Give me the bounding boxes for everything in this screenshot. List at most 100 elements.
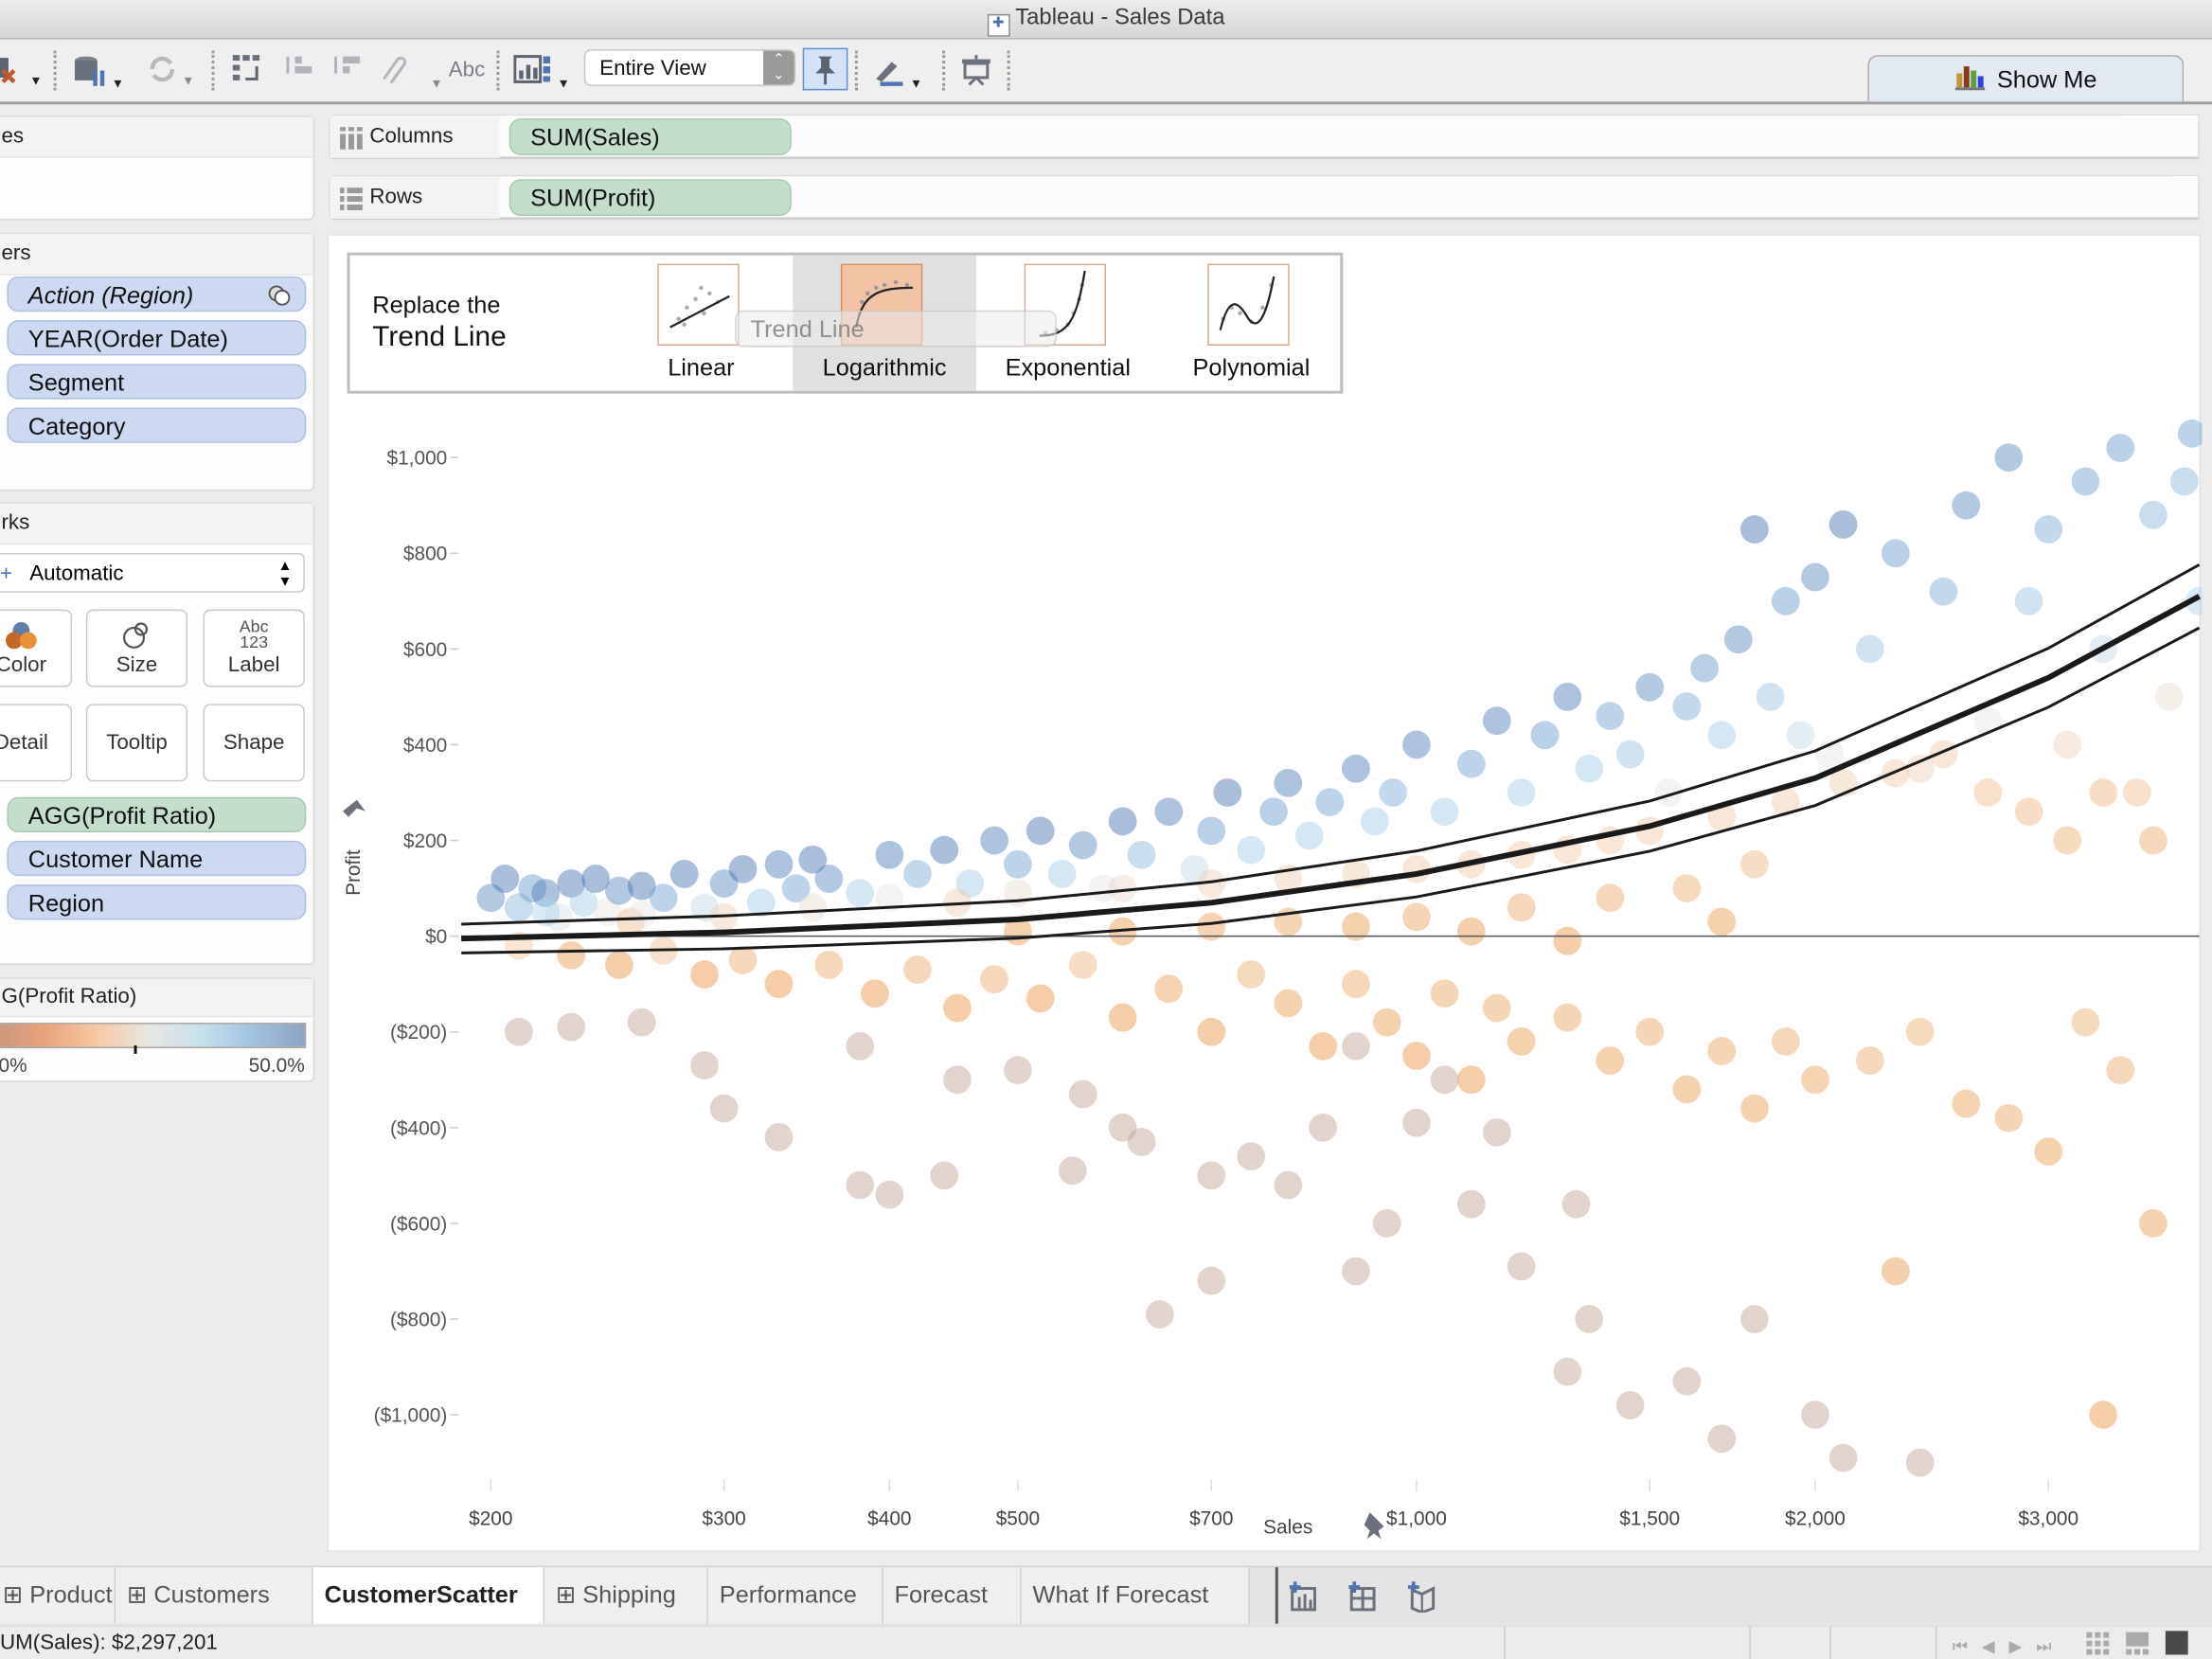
scatter-point[interactable] bbox=[1740, 1305, 1769, 1333]
scatter-point[interactable] bbox=[1786, 721, 1815, 750]
scatter-point[interactable] bbox=[1635, 1017, 1665, 1046]
scatter-point[interactable] bbox=[2034, 515, 2063, 544]
scatter-point[interactable] bbox=[1026, 816, 1055, 846]
scatter-point[interactable] bbox=[1507, 1252, 1536, 1281]
scatter-point[interactable] bbox=[1855, 1046, 1884, 1075]
scatter-point[interactable] bbox=[2177, 419, 2203, 448]
scatter-point[interactable] bbox=[942, 1065, 972, 1095]
scatter-point[interactable] bbox=[2089, 1400, 2118, 1430]
scatter-point[interactable] bbox=[2071, 1008, 2100, 1037]
scatter-point[interactable] bbox=[1672, 874, 1702, 902]
scatter-point[interactable] bbox=[980, 826, 1008, 855]
columns-shelf[interactable]: Columns SUM(Sales) bbox=[329, 114, 2200, 160]
scatter-point[interactable] bbox=[875, 840, 904, 869]
scatter-point[interactable] bbox=[1068, 1079, 1097, 1109]
rows-pill-sum-profit[interactable]: SUM(Profit) bbox=[508, 179, 792, 216]
scatter-point[interactable] bbox=[505, 1017, 533, 1046]
scatter-point[interactable] bbox=[1360, 807, 1389, 836]
clear-sheet-button[interactable]: ▼ bbox=[0, 54, 43, 87]
scatter-point[interactable] bbox=[1707, 1037, 1737, 1065]
scatter-point[interactable] bbox=[2071, 467, 2100, 496]
scatter-point[interactable] bbox=[1615, 740, 1645, 769]
scatter-point[interactable] bbox=[1855, 634, 1884, 664]
scatter-point[interactable] bbox=[1456, 749, 1486, 778]
scatter-point[interactable] bbox=[1801, 562, 1829, 592]
scatter-point[interactable] bbox=[1575, 1305, 1604, 1333]
scatter-point[interactable] bbox=[1402, 1108, 1431, 1137]
scatter-point[interactable] bbox=[604, 951, 633, 979]
scatter-point[interactable] bbox=[1430, 979, 1459, 1008]
scatter-point[interactable] bbox=[1672, 1075, 1702, 1104]
scatter-point[interactable] bbox=[1342, 1257, 1370, 1286]
scatter-point[interactable] bbox=[1690, 653, 1719, 683]
scatter-point[interactable] bbox=[903, 955, 932, 984]
scatter-point[interactable] bbox=[1561, 1189, 1591, 1219]
scatter-point[interactable] bbox=[942, 993, 972, 1023]
scatter-point[interactable] bbox=[1274, 989, 1303, 1018]
scatter-point[interactable] bbox=[930, 835, 959, 865]
scatter-point[interactable] bbox=[1047, 860, 1077, 888]
scatter-point[interactable] bbox=[1672, 1366, 1702, 1396]
scatter-point[interactable] bbox=[814, 865, 844, 893]
scatter-point[interactable] bbox=[1213, 778, 1242, 807]
scatter-point[interactable] bbox=[846, 1032, 875, 1061]
scatter-point[interactable] bbox=[1274, 1170, 1303, 1200]
scatter-point[interactable] bbox=[1372, 1008, 1401, 1037]
scatter-point[interactable] bbox=[1553, 1357, 1582, 1386]
filter-pill-action-region[interactable]: Action (Region) bbox=[7, 276, 307, 312]
scatter-point[interactable] bbox=[627, 900, 656, 929]
scatter-point[interactable] bbox=[1197, 816, 1226, 846]
scatter-point[interactable] bbox=[1756, 683, 1785, 711]
scatter-point[interactable] bbox=[1507, 778, 1536, 807]
new-worksheet-button[interactable] bbox=[1289, 1581, 1321, 1619]
scatter-point[interactable] bbox=[1707, 907, 1737, 937]
chart-type-button[interactable]: ▼ bbox=[513, 54, 570, 90]
new-dashboard-button[interactable] bbox=[1348, 1581, 1380, 1619]
scatter-point[interactable] bbox=[1635, 672, 1665, 702]
columns-pill-sum-sales[interactable]: SUM(Sales) bbox=[508, 118, 792, 155]
scatter-point[interactable] bbox=[1740, 515, 1769, 544]
scatter-point[interactable] bbox=[1707, 721, 1737, 750]
scatter-point[interactable] bbox=[1342, 754, 1370, 783]
scatter-point[interactable] bbox=[1342, 1032, 1370, 1061]
scatter-point[interactable] bbox=[1482, 993, 1511, 1023]
pages-shelf[interactable]: es bbox=[0, 116, 315, 221]
scatter-point[interactable] bbox=[1952, 491, 1981, 520]
scatter-plot[interactable]: $1,000 $800 $600 $400 $200 $0 ($200) ($400) ($60… bbox=[329, 236, 2203, 1553]
scatter-point[interactable] bbox=[1905, 1017, 1935, 1046]
scatter-point[interactable] bbox=[1402, 730, 1431, 759]
scatter-point[interactable] bbox=[1771, 1026, 1800, 1056]
scatter-point[interactable] bbox=[1881, 758, 1910, 788]
scatter-point[interactable] bbox=[875, 1180, 904, 1209]
scatter-point[interactable] bbox=[930, 1161, 959, 1190]
trend-option-polynomial[interactable]: Polynomial bbox=[1160, 256, 1344, 391]
scatter-point[interactable] bbox=[1430, 797, 1459, 827]
scatter-point[interactable] bbox=[814, 951, 844, 979]
show-labels-button[interactable]: Abc bbox=[449, 54, 486, 88]
tab-customers[interactable]: ⊞ Customers bbox=[116, 1567, 313, 1624]
scatter-point[interactable] bbox=[2154, 683, 2184, 711]
scatter-point[interactable] bbox=[1723, 625, 1753, 654]
color-button[interactable]: Color bbox=[0, 609, 72, 687]
scatter-point[interactable] bbox=[1482, 1117, 1511, 1147]
scatter-point[interactable] bbox=[1828, 510, 1858, 539]
scatter-point[interactable] bbox=[1530, 721, 1560, 750]
new-story-button[interactable] bbox=[1407, 1581, 1439, 1619]
scatter-point[interactable] bbox=[1881, 1257, 1910, 1286]
highlight-button[interactable]: ▼ bbox=[872, 54, 922, 90]
label-button[interactable]: Abc 123 Label bbox=[203, 609, 305, 687]
scatter-point[interactable] bbox=[1259, 797, 1288, 827]
scatter-point[interactable] bbox=[1905, 1448, 1935, 1477]
sort-descending-button[interactable] bbox=[330, 54, 365, 88]
tab-performance[interactable]: Performance bbox=[707, 1567, 883, 1624]
scatter-point[interactable] bbox=[1154, 974, 1184, 1004]
tooltip-button[interactable]: Tooltip bbox=[85, 704, 188, 782]
scatter-point[interactable] bbox=[728, 854, 758, 883]
scatter-point[interactable] bbox=[1309, 1032, 1338, 1061]
filter-pill-year-order-date[interactable]: YEAR(Order Date) bbox=[7, 320, 307, 356]
scatter-point[interactable] bbox=[764, 1123, 794, 1151]
swap-axes-button[interactable] bbox=[231, 54, 265, 88]
scatter-point[interactable] bbox=[2106, 1056, 2135, 1085]
refresh-button[interactable]: ▼ bbox=[147, 54, 194, 87]
scatter-point[interactable] bbox=[1801, 1065, 1829, 1095]
